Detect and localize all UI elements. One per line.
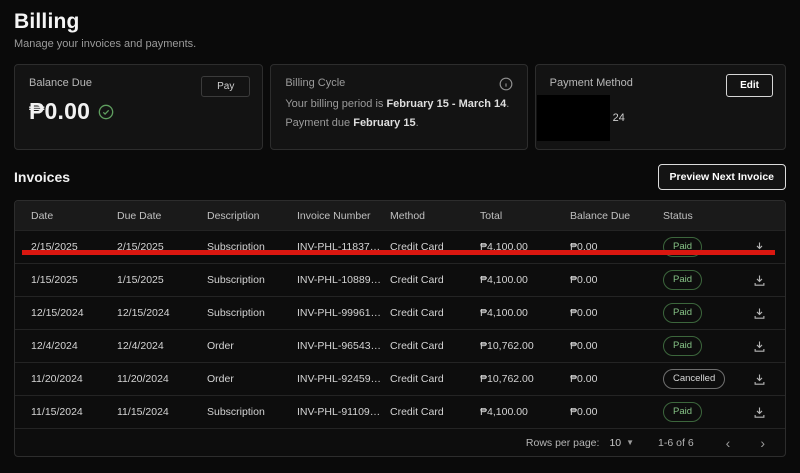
cell-due-date: 11/20/2024 xyxy=(117,373,169,385)
cell-description: Subscription xyxy=(207,406,265,418)
billing-cycle-card: Billing Cycle Your billing period is Feb… xyxy=(270,64,528,150)
next-page-button[interactable]: › xyxy=(756,434,769,452)
pagination-range: 1-6 of 6 xyxy=(658,436,694,449)
cell-balance-due: ₱0.00 xyxy=(570,340,598,352)
column-header-status: Status xyxy=(663,209,693,222)
pay-button[interactable]: Pay xyxy=(201,76,251,97)
billing-period-dates: February 15 - March 14 xyxy=(386,98,507,110)
red-underline-annotation xyxy=(22,250,775,255)
cell-total: ₱4,100.00 xyxy=(480,274,528,286)
cell-balance-due: ₱0.00 xyxy=(570,373,598,385)
page-subtitle: Manage your invoices and payments. xyxy=(14,38,197,50)
cell-date: 11/15/2024 xyxy=(31,406,83,418)
cell-balance-due: ₱0.00 xyxy=(570,274,598,286)
previous-page-button[interactable]: ‹ xyxy=(722,434,735,452)
column-header-method: Method xyxy=(390,209,426,222)
table-body: 2/15/2025 2/15/2025 Subscription INV-PHL-11… xyxy=(15,230,785,428)
column-header-balance-due: Balance Due xyxy=(570,209,631,222)
check-circle-icon xyxy=(98,104,114,120)
cell-description: Subscription xyxy=(207,307,265,319)
edit-payment-button[interactable]: Edit xyxy=(726,74,773,97)
download-invoice-button[interactable] xyxy=(750,271,769,290)
page-title: Billing xyxy=(14,10,80,33)
cell-invoice-number: INV-PHL-924594-51… xyxy=(297,373,390,385)
invoice-row: 11/15/2024 11/15/2024 Subscription INV-PHL-… xyxy=(15,395,785,428)
cell-due-date: 1/15/2025 xyxy=(117,274,164,286)
cell-method: Credit Card xyxy=(390,307,444,319)
invoice-row: 12/15/2024 12/15/2024 Subscription INV-PHL-… xyxy=(15,296,785,329)
cell-due-date: 12/4/2024 xyxy=(117,340,164,352)
cell-balance-due: ₱0.00 xyxy=(570,307,598,319)
payment-due-text: Payment due February 15. xyxy=(285,117,419,129)
column-header-due-date: Due Date xyxy=(117,209,162,222)
download-invoice-button[interactable] xyxy=(750,370,769,389)
invoice-row: 1/15/2025 1/15/2025 Subscription INV-PHL-10… xyxy=(15,263,785,296)
rows-per-page-label: Rows per page: xyxy=(525,436,600,449)
cell-date: 11/20/2024 xyxy=(31,373,83,385)
card-number-suffix: 24 xyxy=(612,112,625,124)
payment-method-card: Payment Method Edit 24 xyxy=(534,64,786,150)
chevron-down-icon: ▼ xyxy=(626,438,635,447)
info-icon[interactable] xyxy=(499,77,513,91)
status-badge: Paid xyxy=(663,270,703,290)
cell-due-date: 12/15/2024 xyxy=(117,307,170,319)
balance-amount: ₱0.00 xyxy=(29,98,91,124)
table-footer: Rows per page: 10 ▼ 1-6 of 6 ‹ › xyxy=(15,428,785,456)
billing-cycle-label: Billing Cycle xyxy=(285,77,346,89)
column-header-date: Date xyxy=(31,209,54,222)
cell-total: ₱10,762.00 xyxy=(480,340,534,352)
cell-description: Subscription xyxy=(207,274,265,286)
cell-due-date: 11/15/2024 xyxy=(117,406,169,418)
invoice-row: 11/20/2024 11/20/2024 Order INV-PHL-924594-… xyxy=(15,362,785,395)
download-invoice-button[interactable] xyxy=(750,403,769,422)
status-badge: Paid xyxy=(663,336,703,356)
summary-cards: Balance Due Pay ₱0.00 Billing Cycle Your… xyxy=(14,64,786,150)
column-header-description: Description xyxy=(207,209,260,222)
billing-page: Billing Manage your invoices and payment… xyxy=(0,0,800,473)
cell-method: Credit Card xyxy=(390,274,444,286)
cell-method: Credit Card xyxy=(390,340,444,352)
invoices-table: Date Due Date Description Invoice Number Met… xyxy=(14,200,786,457)
column-header-total: Total xyxy=(480,209,503,222)
invoice-row: 12/4/2024 12/4/2024 Order INV-PHL-965436-6…… xyxy=(15,329,785,362)
cell-balance-due: ₱0.00 xyxy=(570,406,598,418)
billing-period-text: Your billing period is February 15 - Mar… xyxy=(285,98,510,110)
cell-invoice-number: INV-PHL-911097-40… xyxy=(297,406,390,418)
table-header-row: Date Due Date Description Invoice Number Met… xyxy=(15,201,785,230)
cell-total: ₱4,100.00 xyxy=(480,307,528,319)
invoices-heading: Invoices xyxy=(14,169,71,185)
cell-method: Credit Card xyxy=(390,373,444,385)
status-badge: Paid xyxy=(663,402,703,422)
cell-invoice-number: INV-PHL-1088955-… xyxy=(297,274,390,286)
column-header-invoice-number: Invoice Number xyxy=(297,209,371,222)
cell-date: 1/15/2025 xyxy=(31,274,78,286)
cell-total: ₱10,762.00 xyxy=(480,373,534,385)
cell-date: 12/15/2024 xyxy=(31,307,84,319)
balance-due-card: Balance Due Pay ₱0.00 xyxy=(14,64,264,150)
download-invoice-button[interactable] xyxy=(750,304,769,323)
invoice-row: 2/15/2025 2/15/2025 Subscription INV-PHL-11… xyxy=(15,230,785,263)
cell-invoice-number: INV-PHL-999613-9… xyxy=(297,307,390,319)
cell-description: Order xyxy=(207,373,234,385)
cell-total: ₱4,100.00 xyxy=(480,406,528,418)
rows-per-page-select[interactable]: 10 ▼ xyxy=(609,437,634,449)
redacted-card-info xyxy=(536,95,610,141)
status-badge: Cancelled xyxy=(663,369,726,389)
download-invoice-button[interactable] xyxy=(750,337,769,356)
cell-invoice-number: INV-PHL-965436-6… xyxy=(297,340,390,352)
payment-due-date: February 15 xyxy=(353,117,416,129)
cell-method: Credit Card xyxy=(390,406,444,418)
status-badge: Paid xyxy=(663,303,703,323)
preview-next-invoice-button[interactable]: Preview Next Invoice xyxy=(657,164,786,190)
cell-date: 12/4/2024 xyxy=(31,340,78,352)
cell-description: Order xyxy=(207,340,234,352)
invoices-header-bar: Invoices Preview Next Invoice xyxy=(14,164,786,190)
